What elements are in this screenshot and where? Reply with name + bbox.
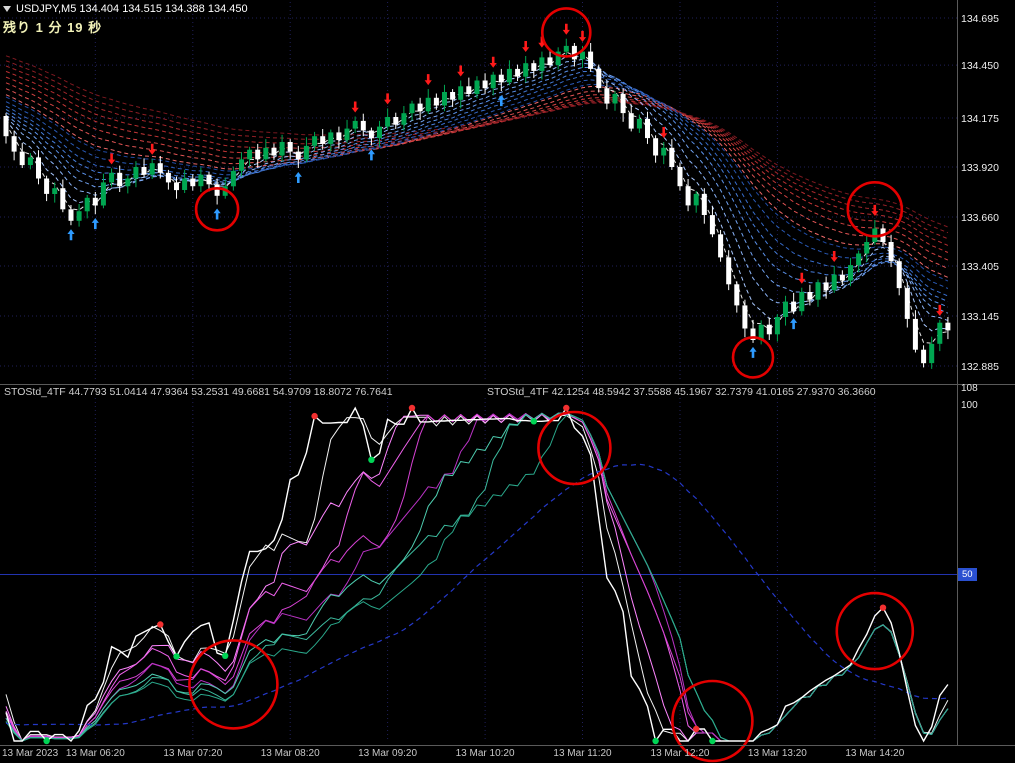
bottom-signal-dot xyxy=(652,737,659,745)
blue-ema-ribbon-line xyxy=(5,66,949,308)
stoch-ribbon-line xyxy=(5,412,949,742)
indicator-values-left: STOStd_4TF 44.7793 51.0414 47.9364 53.25… xyxy=(4,386,393,398)
price-axis-label: 133.920 xyxy=(961,161,999,174)
time-axis-label: 13 Mar 12:20 xyxy=(650,748,710,759)
indicator-scale-top-label: 108 xyxy=(961,383,978,394)
indicator-values-right: STOStd_4TF 42.1254 48.5942 37.5588 45.19… xyxy=(487,386,876,398)
time-axis-label: 13 Mar 14:20 xyxy=(845,748,905,759)
stoch-ribbon-line xyxy=(5,413,949,742)
bottom-signal-dot xyxy=(173,653,180,660)
symbol-ohlc-title: USDJPY,M5 134.404 134.515 134.388 134.45… xyxy=(16,3,248,15)
top-signal-dot xyxy=(563,404,570,412)
chart-plot[interactable] xyxy=(0,0,1015,763)
bottom-signal-dot xyxy=(222,652,229,659)
buy-arrow-icon xyxy=(790,318,798,330)
buy-arrow-icon xyxy=(91,218,99,230)
buy-arrow-icon xyxy=(213,208,221,220)
sell-arrow-icon xyxy=(562,23,570,35)
candle-countdown-timer: 残り 1 分 19 秒 xyxy=(3,20,103,35)
blue-ema-ribbon-line xyxy=(5,79,949,289)
time-axis-label: 13 Mar 09:20 xyxy=(358,748,418,759)
symbol-marker-icon xyxy=(3,6,11,12)
buy-arrow-icon xyxy=(497,95,505,107)
price-axis-label: 132.885 xyxy=(961,360,999,373)
sell-arrow-icon xyxy=(351,101,359,113)
blue-ema-ribbon-line xyxy=(5,62,949,314)
price-axis-label: 133.145 xyxy=(961,310,999,323)
blue-ema-ribbon-line xyxy=(5,58,949,321)
price-axis-label: 134.695 xyxy=(961,12,999,25)
stoch-ribbon-line xyxy=(5,412,949,742)
level-50-axis-badge: 50 xyxy=(958,568,977,581)
price-axis-label: 134.450 xyxy=(961,59,999,72)
price-axis-label: 133.660 xyxy=(961,211,999,224)
stoch-ribbon-line xyxy=(5,412,949,742)
time-axis-label: 13 Mar 08:20 xyxy=(260,748,320,759)
time-axis-label: 13 Mar 07:20 xyxy=(163,748,223,759)
bottom-signal-dot xyxy=(709,737,716,745)
stoch-ribbon-line xyxy=(5,412,949,742)
blue-ema-ribbon-line xyxy=(5,74,949,297)
stoch-ribbon-line xyxy=(5,413,949,742)
sell-arrow-icon xyxy=(798,272,806,284)
buy-arrow-icon xyxy=(749,346,757,358)
highlight-circle xyxy=(537,410,612,486)
sell-arrow-icon xyxy=(830,251,838,262)
sell-arrow-icon xyxy=(871,204,879,216)
stoch-ribbon-line xyxy=(5,414,949,742)
top-signal-dot xyxy=(408,404,416,412)
sell-arrow-icon xyxy=(457,65,465,77)
time-axis-label: 13 Mar 06:20 xyxy=(65,748,125,759)
blue-ema-ribbon-line xyxy=(5,83,949,282)
buy-arrow-icon xyxy=(294,172,302,183)
indicator-scale-100-label: 100 xyxy=(961,400,978,411)
bottom-signal-dot xyxy=(530,418,537,425)
price-axis-label: 134.175 xyxy=(961,112,999,125)
sell-arrow-icon xyxy=(384,93,392,105)
sell-arrow-icon xyxy=(489,56,497,68)
top-signal-dot xyxy=(879,604,887,611)
candles xyxy=(3,38,951,369)
time-axis-label: 13 Mar 13:20 xyxy=(747,748,807,759)
sell-arrow-icon xyxy=(424,74,432,86)
top-signal-dot xyxy=(157,621,164,628)
buy-arrow-icon xyxy=(367,149,375,161)
top-signal-dot xyxy=(693,725,700,733)
sell-arrow-icon xyxy=(578,30,587,42)
highlight-circle xyxy=(835,591,915,671)
sell-arrow-icon xyxy=(522,41,530,52)
time-axis-label: 13 Mar 2023 xyxy=(2,748,59,759)
sell-arrow-icon xyxy=(108,153,116,165)
mt4-chart-window: USDJPY,M5 134.404 134.515 134.388 134.45… xyxy=(0,0,1015,763)
grid xyxy=(0,2,957,741)
price-pane[interactable] xyxy=(3,23,951,369)
time-axis-label: 13 Mar 10:20 xyxy=(455,748,515,759)
red-ema-ribbon-line xyxy=(5,76,949,253)
bottom-signal-dot xyxy=(368,456,375,463)
stoch-pane[interactable] xyxy=(0,404,957,745)
red-ema-ribbon-line xyxy=(5,85,949,278)
time-axis-label: 13 Mar 11:20 xyxy=(553,748,612,759)
blue-ema-ribbon-line xyxy=(5,70,949,302)
stoch-ribbon-line xyxy=(5,412,949,742)
buy-arrow-icon xyxy=(67,229,75,241)
red-ema-ribbon-line xyxy=(5,82,949,261)
top-signal-dot xyxy=(311,412,318,420)
bottom-signal-dot xyxy=(43,737,50,745)
price-axis-label: 133.405 xyxy=(961,260,999,273)
